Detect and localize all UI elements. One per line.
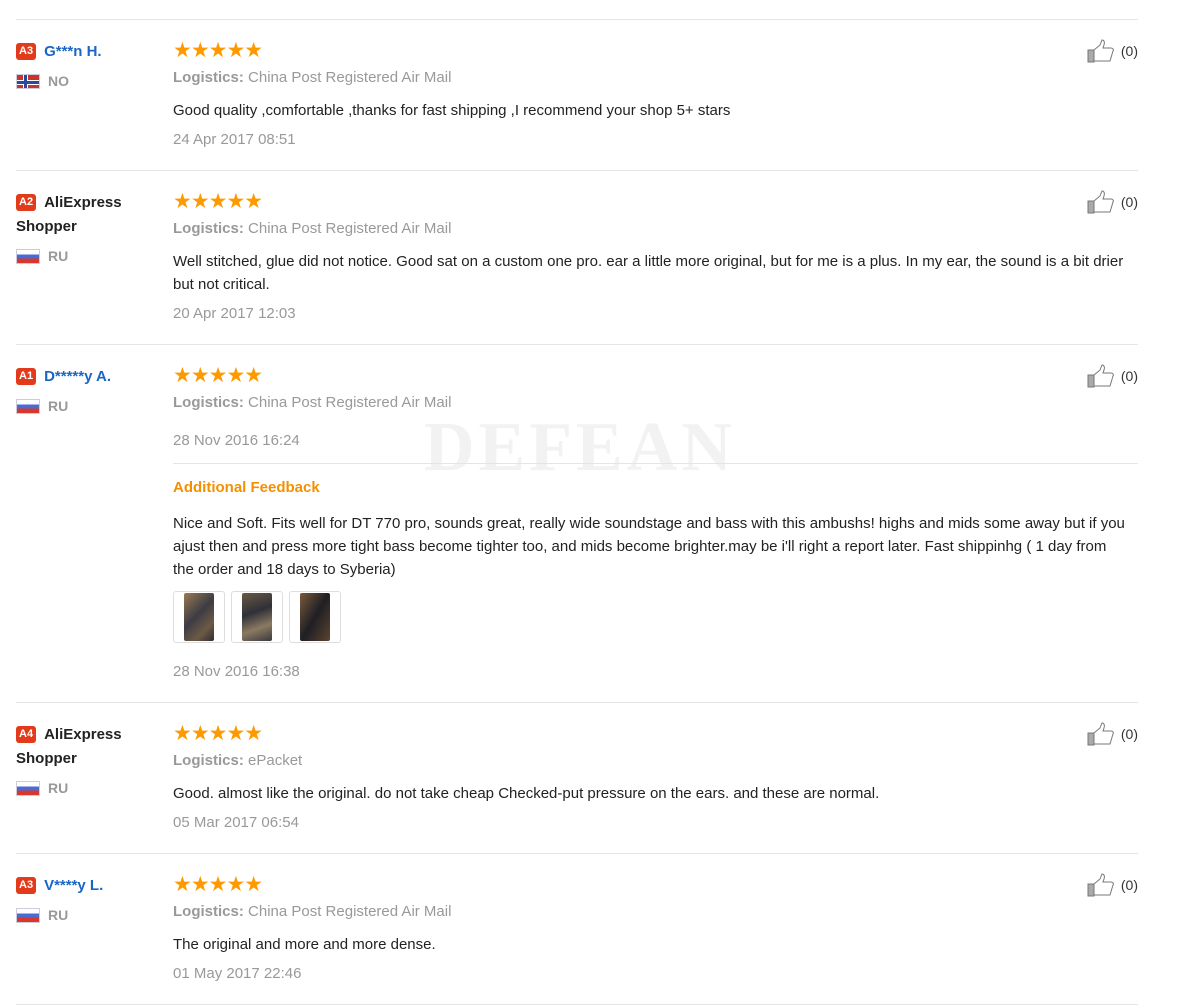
- star-rating: ★★★★★: [173, 722, 263, 745]
- review-photo[interactable]: [231, 591, 283, 643]
- country-code: RU: [48, 248, 69, 264]
- flag-norway-icon: [16, 73, 40, 89]
- review-date: 28 Nov 2016 16:24: [173, 432, 300, 449]
- review-text: Good quality ,comfortable ,thanks for fa…: [173, 102, 731, 119]
- logistics: Logistics: China Post Registered Air Mai…: [173, 219, 1138, 239]
- reviewer-name[interactable]: D*****y A.: [44, 368, 111, 385]
- country: RU: [16, 907, 173, 923]
- review-date: 01 May 2017 22:46: [173, 965, 302, 982]
- review-photos: [173, 591, 1138, 643]
- review-item: A1 D*****y A. RU ★★★★★ Logistics: China P…: [16, 345, 1138, 702]
- level-badge: A3: [16, 43, 37, 60]
- helpful-count: (0): [1120, 726, 1138, 742]
- review-photo[interactable]: [289, 591, 341, 643]
- thumbs-up-icon: [1087, 190, 1114, 214]
- logistics-value: China Post Registered Air Mail: [248, 220, 452, 237]
- review-content: ★★★★★ Logistics: ePacket Good. almost li…: [173, 703, 1138, 853]
- country-code: NO: [48, 73, 69, 89]
- additional-divider: [173, 463, 1138, 464]
- reviewer-name[interactable]: V****y L.: [44, 877, 103, 894]
- logistics-value: China Post Registered Air Mail: [248, 394, 452, 411]
- review-content: ★★★★★ Logistics: China Post Registered A…: [173, 345, 1138, 702]
- review-date: 24 Apr 2017 08:51: [173, 131, 296, 148]
- star-rating: ★★★★★: [173, 39, 263, 62]
- reviewer-name[interactable]: G***n H.: [44, 43, 102, 60]
- country-code: RU: [48, 398, 69, 414]
- review-item: A3 V****y L. RU ★★★★★ Logistics: China Po…: [16, 854, 1138, 1004]
- logistics-value: China Post Registered Air Mail: [248, 69, 452, 86]
- thumbs-up-icon: [1087, 364, 1114, 388]
- flag-russia-icon: [16, 398, 40, 414]
- review-item: A3 G***n H. NO ★★★★★ Logistics: China Pos…: [16, 20, 1138, 170]
- reviewer-info: A4 AliExpress Shopper RU: [16, 703, 173, 853]
- review-text: Well stitched, glue did not notice. Good…: [173, 253, 1124, 293]
- helpful-count: (0): [1120, 194, 1138, 210]
- review-date: 05 Mar 2017 06:54: [173, 814, 299, 831]
- flag-russia-icon: [16, 780, 40, 796]
- additional-feedback-title: Additional Feedback: [173, 479, 320, 496]
- star-rating: ★★★★★: [173, 190, 263, 213]
- helpful-count: (0): [1120, 43, 1138, 59]
- country-code: RU: [48, 907, 69, 923]
- review-photo[interactable]: [173, 591, 225, 643]
- logistics-label: Logistics:: [173, 69, 244, 86]
- review-content: ★★★★★ Logistics: China Post Registered A…: [173, 171, 1138, 344]
- review-item: A2 AliExpress Shopper RU ★★★★★ Logistics:…: [16, 171, 1138, 344]
- review-item: A4 AliExpress Shopper RU ★★★★★ Logistics:…: [16, 703, 1138, 853]
- helpful-button[interactable]: (0): [1087, 190, 1138, 214]
- reviewer-info: A3 V****y L. RU: [16, 854, 173, 1004]
- country-code: RU: [48, 780, 69, 796]
- thumbs-up-icon: [1087, 39, 1114, 63]
- review-text: Good. almost like the original. do not t…: [173, 785, 880, 802]
- logistics: Logistics: China Post Registered Air Mai…: [173, 902, 1138, 922]
- additional-feedback-text: Nice and Soft. Fits well for DT 770 pro,…: [173, 515, 1125, 578]
- helpful-button[interactable]: (0): [1087, 39, 1138, 63]
- logistics-label: Logistics:: [173, 752, 244, 769]
- logistics: Logistics: ePacket: [173, 751, 1138, 771]
- level-badge: A3: [16, 877, 37, 894]
- country: RU: [16, 780, 173, 796]
- helpful-button[interactable]: (0): [1087, 722, 1138, 746]
- review-date: 20 Apr 2017 12:03: [173, 305, 296, 322]
- level-badge: A4: [16, 726, 37, 743]
- helpful-button[interactable]: (0): [1087, 873, 1138, 897]
- country: RU: [16, 398, 173, 414]
- country: NO: [16, 73, 173, 89]
- helpful-count: (0): [1120, 368, 1138, 384]
- review-text: The original and more and more dense.: [173, 936, 436, 953]
- flag-russia-icon: [16, 907, 40, 923]
- logistics-label: Logistics:: [173, 903, 244, 920]
- country: RU: [16, 248, 173, 264]
- level-badge: A1: [16, 368, 37, 385]
- logistics: Logistics: China Post Registered Air Mai…: [173, 393, 1138, 413]
- additional-feedback-date: 28 Nov 2016 16:38: [173, 663, 300, 680]
- logistics-value: ePacket: [248, 752, 303, 769]
- flag-russia-icon: [16, 248, 40, 264]
- logistics-label: Logistics:: [173, 220, 244, 237]
- logistics-label: Logistics:: [173, 394, 244, 411]
- review-feed: A3 G***n H. NO ★★★★★ Logistics: China Pos…: [16, 0, 1138, 1005]
- reviewer-info: A2 AliExpress Shopper RU: [16, 171, 173, 344]
- logistics: Logistics: China Post Registered Air Mai…: [173, 68, 1138, 88]
- reviewer-info: A3 G***n H. NO: [16, 20, 173, 170]
- reviewer-info: A1 D*****y A. RU: [16, 345, 173, 702]
- helpful-button[interactable]: (0): [1087, 364, 1138, 388]
- helpful-count: (0): [1120, 877, 1138, 893]
- review-content: ★★★★★ Logistics: China Post Registered A…: [173, 854, 1138, 1004]
- logistics-value: China Post Registered Air Mail: [248, 903, 452, 920]
- star-rating: ★★★★★: [173, 364, 263, 387]
- thumbs-up-icon: [1087, 722, 1114, 746]
- level-badge: A2: [16, 194, 37, 211]
- star-rating: ★★★★★: [173, 873, 263, 896]
- thumbs-up-icon: [1087, 873, 1114, 897]
- review-content: ★★★★★ Logistics: China Post Registered A…: [173, 20, 1138, 170]
